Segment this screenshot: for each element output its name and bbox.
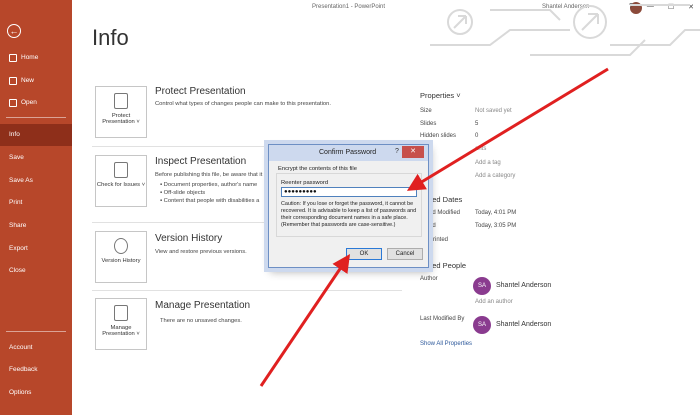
sidebar-item-label: Options bbox=[9, 389, 32, 396]
sidebar-item-info[interactable]: Info bbox=[0, 124, 72, 146]
sidebar-item-new[interactable]: New bbox=[0, 71, 72, 91]
sidebar-item-feedback[interactable]: Feedback bbox=[0, 360, 72, 380]
related-people-heading: ated People bbox=[426, 261, 467, 270]
sidebar-item-label: Share bbox=[9, 222, 27, 229]
version-history-button[interactable]: Version History bbox=[95, 231, 147, 283]
prop-label: Size bbox=[420, 108, 432, 114]
check-for-issues-button[interactable]: Check for Issues ˅ bbox=[95, 155, 147, 207]
list-item: Content that people with disabilities a bbox=[160, 198, 260, 204]
prop-label: Last Modified By bbox=[420, 316, 465, 322]
protect-presentation-button[interactable]: Protect Presentation ˅ bbox=[95, 86, 147, 138]
field-label: Reenter password bbox=[281, 180, 329, 186]
prop-label: Author bbox=[420, 276, 438, 282]
prop-label: Printed bbox=[429, 237, 449, 243]
back-button[interactable]: ← bbox=[7, 24, 21, 38]
sidebar-item-label: Print bbox=[9, 199, 23, 206]
home-icon bbox=[9, 54, 17, 62]
help-icon[interactable]: ? bbox=[395, 148, 399, 155]
ok-button[interactable]: OK bbox=[346, 248, 382, 260]
window-title: Presentation1 - PowerPoint bbox=[312, 4, 386, 10]
sidebar-item-label: Home bbox=[21, 54, 39, 61]
section-desc: There are no unsaved changes. bbox=[160, 318, 242, 324]
sidebar-item-home[interactable]: Home bbox=[0, 48, 72, 68]
arrow-to-password-field bbox=[406, 67, 609, 191]
sidebar-item-label: Save As bbox=[9, 177, 33, 184]
sidebar-item-label: Account bbox=[9, 344, 33, 351]
button-label: Check for Issues ˅ bbox=[96, 182, 146, 188]
prop-value: 0 bbox=[475, 133, 479, 139]
properties-dropdown[interactable]: Properties ˅ bbox=[420, 91, 461, 100]
arrow-to-ok-button bbox=[259, 254, 351, 387]
caution-text: Caution: If you lose or forget the passw… bbox=[281, 201, 417, 228]
sidebar-item-print[interactable]: Print bbox=[0, 193, 72, 213]
prop-value: 5 bbox=[475, 121, 479, 127]
button-label: Manage Presentation ˅ bbox=[102, 325, 140, 337]
dialog-close-button[interactable]: ✕ bbox=[402, 146, 424, 158]
sidebar-divider bbox=[6, 117, 66, 118]
section-title: Protect Presentation bbox=[155, 86, 246, 97]
circuit-decoration bbox=[430, 4, 700, 56]
avatar: SA bbox=[473, 316, 491, 334]
inspect-document-icon bbox=[114, 162, 128, 178]
sidebar-item-label: Export bbox=[9, 245, 28, 252]
sidebar-item-account[interactable]: Account bbox=[0, 338, 72, 358]
dialog-title: Confirm Password bbox=[319, 149, 377, 156]
prop-label: ed bbox=[429, 223, 436, 229]
confirm-password-dialog: Confirm Password ? ✕ Encrypt the content… bbox=[268, 144, 429, 268]
page-title: Info bbox=[92, 25, 129, 50]
folder-open-icon bbox=[9, 99, 17, 107]
author-name[interactable]: Shantel Anderson bbox=[496, 282, 551, 289]
sidebar-item-label: New bbox=[21, 77, 35, 84]
section-divider bbox=[92, 290, 402, 291]
button-label: Protect Presentation ˅ bbox=[102, 113, 140, 125]
button-label: Version History bbox=[101, 258, 141, 264]
cancel-button[interactable]: Cancel bbox=[387, 248, 423, 260]
history-clock-icon bbox=[114, 238, 128, 254]
avatar: SA bbox=[473, 277, 491, 295]
sidebar-item-export[interactable]: Export bbox=[0, 239, 72, 259]
prop-label: Hidden slides bbox=[420, 133, 457, 139]
sidebar-item-save[interactable]: Save bbox=[0, 148, 72, 168]
show-all-properties-link[interactable]: Show All Properties bbox=[420, 341, 472, 347]
section-title: Version History bbox=[155, 233, 223, 244]
section-desc: Before publishing this file, be aware th… bbox=[155, 172, 263, 178]
prop-value: Today, 4:01 PM bbox=[475, 210, 517, 216]
prop-value: Not saved yet bbox=[475, 108, 512, 114]
reenter-password-field[interactable]: ●●●●●●●●● bbox=[281, 187, 417, 197]
last-modified-name[interactable]: Shantel Anderson bbox=[496, 321, 551, 328]
sidebar-item-close[interactable]: Close bbox=[0, 261, 72, 281]
arrow-left-icon: ← bbox=[9, 26, 19, 36]
section-desc: View and restore previous versions. bbox=[155, 249, 247, 255]
group-label: Encrypt the contents of this file bbox=[278, 166, 357, 172]
add-category-link[interactable]: Add a category bbox=[475, 173, 515, 179]
manage-presentation-button[interactable]: Manage Presentation ˅ bbox=[95, 298, 147, 350]
section-title: Inspect Presentation bbox=[155, 156, 247, 167]
prop-label: Slides bbox=[420, 121, 437, 127]
prop-value: ants bbox=[475, 146, 487, 152]
related-dates-heading: ated Dates bbox=[426, 195, 463, 204]
prop-label: ed Modified bbox=[429, 210, 461, 216]
sidebar-item-options[interactable]: Options bbox=[0, 383, 72, 403]
sidebar-item-save-as[interactable]: Save As bbox=[0, 171, 72, 191]
bullet-list: Document properties, author's name Off-s… bbox=[160, 182, 260, 206]
sidebar-item-label: Info bbox=[9, 131, 20, 138]
sidebar-item-label: Feedback bbox=[9, 366, 38, 373]
sidebar-item-label: Save bbox=[9, 154, 24, 161]
add-tag-link[interactable]: Add a tag bbox=[475, 160, 501, 166]
new-file-icon bbox=[9, 77, 17, 85]
sidebar-item-label: Close bbox=[9, 267, 26, 274]
add-author-link[interactable]: Add an author bbox=[475, 299, 513, 305]
sidebar-divider bbox=[6, 331, 66, 332]
list-item: Document properties, author's name bbox=[160, 182, 259, 188]
list-item: Off-slide objects bbox=[160, 190, 259, 196]
lock-document-icon bbox=[114, 93, 128, 109]
prop-value: Today, 3:05 PM bbox=[475, 223, 517, 229]
sidebar-item-label: Open bbox=[21, 99, 37, 106]
backstage-sidebar: ← Home New Open Info Save Save As Print … bbox=[0, 0, 72, 415]
section-title: Manage Presentation bbox=[155, 300, 251, 311]
section-desc: Control what types of changes people can… bbox=[155, 101, 331, 107]
sidebar-item-share[interactable]: Share bbox=[0, 216, 72, 236]
sidebar-item-open[interactable]: Open bbox=[0, 93, 72, 113]
manage-document-icon bbox=[114, 305, 128, 321]
